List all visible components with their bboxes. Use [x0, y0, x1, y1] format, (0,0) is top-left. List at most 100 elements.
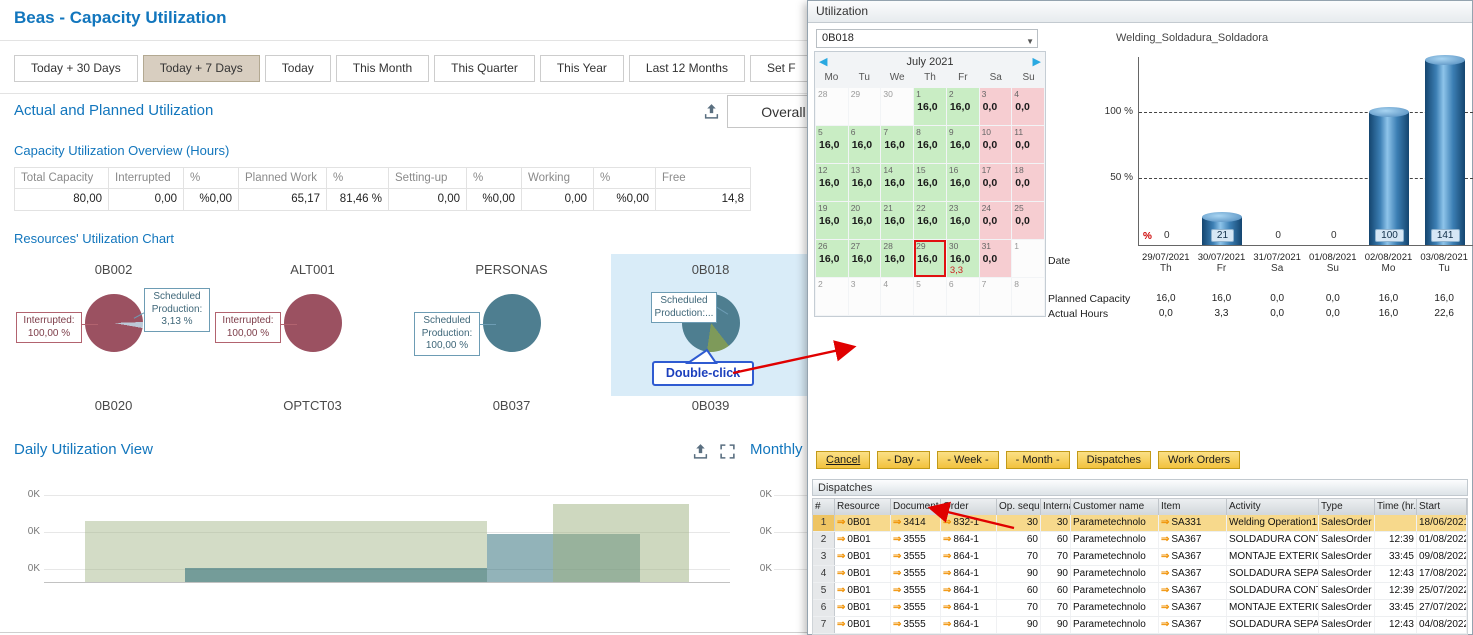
- action-button[interactable]: Cancel: [816, 451, 870, 469]
- calendar-day-cell[interactable]: 30: [881, 88, 913, 125]
- resource-dropdown[interactable]: 0B018 ▼: [816, 29, 1038, 48]
- dispatch-resource-link[interactable]: ⇒0B01: [835, 532, 891, 548]
- dispatch-column-header[interactable]: Document: [891, 499, 941, 515]
- calendar-day-cell[interactable]: 5: [914, 278, 946, 315]
- dispatch-item-link[interactable]: ⇒SA331: [1159, 515, 1227, 531]
- time-filter-button[interactable]: This Quarter: [434, 55, 535, 82]
- time-filter-button[interactable]: Last 12 Months: [629, 55, 745, 82]
- dispatch-column-header[interactable]: Internal: [1041, 499, 1071, 515]
- dispatch-order-link[interactable]: ⇒864-1: [941, 617, 997, 633]
- dispatch-column-header[interactable]: Activity: [1227, 499, 1319, 515]
- calendar-day-cell[interactable]: 5 16,0: [816, 126, 848, 163]
- expand-icon[interactable]: [719, 443, 736, 460]
- calendar-next-icon[interactable]: ▶: [1033, 52, 1041, 72]
- dispatch-document-link[interactable]: ⇒3555: [891, 617, 941, 633]
- dispatch-row[interactable]: 2 ⇒0B01 ⇒3555 ⇒864-1 60 60 Parametechnol…: [813, 532, 1467, 549]
- pie-chart-0B002[interactable]: [85, 294, 143, 352]
- dispatch-resource-link[interactable]: ⇒0B01: [835, 566, 891, 582]
- calendar-day-cell[interactable]: 12 16,0: [816, 164, 848, 201]
- calendar-day-cell[interactable]: 2: [816, 278, 848, 315]
- dispatch-column-header[interactable]: Item: [1159, 499, 1227, 515]
- dispatch-order-link[interactable]: ⇒832-1: [941, 515, 997, 531]
- dispatch-order-link[interactable]: ⇒864-1: [941, 600, 997, 616]
- dispatch-column-header[interactable]: Customer name: [1071, 499, 1159, 515]
- dispatch-row[interactable]: 7 ⇒0B01 ⇒3555 ⇒864-1 90 90 Parametechnol…: [813, 617, 1467, 634]
- calendar-day-cell[interactable]: 24 0,0: [980, 202, 1012, 239]
- dispatch-row[interactable]: 3 ⇒0B01 ⇒3555 ⇒864-1 70 70 Parametechnol…: [813, 549, 1467, 566]
- time-filter-button[interactable]: Today + 7 Days: [143, 55, 260, 82]
- dispatch-column-header[interactable]: Start: [1417, 499, 1467, 515]
- calendar-day-cell[interactable]: 13 16,0: [849, 164, 881, 201]
- calendar-day-cell[interactable]: 10 0,0: [980, 126, 1012, 163]
- calendar-day-cell[interactable]: 3: [849, 278, 881, 315]
- action-button[interactable]: Dispatches: [1077, 451, 1151, 469]
- dispatch-column-header[interactable]: Order: [941, 499, 997, 515]
- calendar-day-cell[interactable]: 7: [980, 278, 1012, 315]
- dispatch-order-link[interactable]: ⇒864-1: [941, 566, 997, 582]
- calendar-day-cell[interactable]: 7 16,0: [881, 126, 913, 163]
- calendar-day-cell[interactable]: 16 16,0: [947, 164, 979, 201]
- dispatch-row[interactable]: 6 ⇒0B01 ⇒3555 ⇒864-1 70 70 Parametechnol…: [813, 600, 1467, 617]
- calendar-day-cell[interactable]: 29 16,0: [914, 240, 946, 277]
- calendar-day-cell[interactable]: 17 0,0: [980, 164, 1012, 201]
- dispatch-column-header[interactable]: Type: [1319, 499, 1375, 515]
- pie-chart-PERSONAS[interactable]: [483, 294, 541, 352]
- calendar-day-cell[interactable]: 22 16,0: [914, 202, 946, 239]
- dispatch-item-link[interactable]: ⇒SA367: [1159, 617, 1227, 633]
- calendar-day-cell[interactable]: 14 16,0: [881, 164, 913, 201]
- calendar-day-cell[interactable]: 6 16,0: [849, 126, 881, 163]
- calendar-day-cell[interactable]: 19 16,0: [816, 202, 848, 239]
- dispatch-document-link[interactable]: ⇒3555: [891, 532, 941, 548]
- action-button[interactable]: Work Orders: [1158, 451, 1240, 469]
- dispatch-document-link[interactable]: ⇒3555: [891, 566, 941, 582]
- calendar-day-cell[interactable]: 21 16,0: [881, 202, 913, 239]
- calendar-prev-icon[interactable]: ◀: [819, 52, 827, 72]
- dispatch-column-header[interactable]: Time (hr.) Total: [1375, 499, 1417, 515]
- dispatch-item-link[interactable]: ⇒SA367: [1159, 549, 1227, 565]
- dispatch-order-link[interactable]: ⇒864-1: [941, 549, 997, 565]
- calendar-day-cell[interactable]: 30 16,0 3,3: [947, 240, 979, 277]
- pie-chart-ALT001[interactable]: [284, 294, 342, 352]
- calendar-day-cell[interactable]: 31 0,0: [980, 240, 1012, 277]
- calendar-day-cell[interactable]: 6: [947, 278, 979, 315]
- calendar-day-cell[interactable]: 29: [849, 88, 881, 125]
- dispatch-item-link[interactable]: ⇒SA367: [1159, 566, 1227, 582]
- dispatch-item-link[interactable]: ⇒SA367: [1159, 583, 1227, 599]
- calendar-day-cell[interactable]: 8 16,0: [914, 126, 946, 163]
- calendar-day-cell[interactable]: 27 16,0: [849, 240, 881, 277]
- action-button[interactable]: - Day -: [877, 451, 930, 469]
- dispatch-column-header[interactable]: Resource: [835, 499, 891, 515]
- dispatch-resource-link[interactable]: ⇒0B01: [835, 515, 891, 531]
- calendar-day-cell[interactable]: 28 16,0: [881, 240, 913, 277]
- calendar-day-cell[interactable]: 28: [816, 88, 848, 125]
- calendar-day-cell[interactable]: 26 16,0: [816, 240, 848, 277]
- calendar-day-cell[interactable]: 2 16,0: [947, 88, 979, 125]
- dispatch-row[interactable]: 4 ⇒0B01 ⇒3555 ⇒864-1 90 90 Parametechnol…: [813, 566, 1467, 583]
- calendar-day-cell[interactable]: 4 0,0: [1012, 88, 1044, 125]
- dispatch-row[interactable]: 5 ⇒0B01 ⇒3555 ⇒864-1 60 60 Parametechnol…: [813, 583, 1467, 600]
- calendar-day-cell[interactable]: 1: [1012, 240, 1044, 277]
- window-titlebar[interactable]: Utilization: [808, 1, 1472, 23]
- dispatch-item-link[interactable]: ⇒SA367: [1159, 532, 1227, 548]
- dispatch-order-link[interactable]: ⇒864-1: [941, 583, 997, 599]
- dispatch-resource-link[interactable]: ⇒0B01: [835, 583, 891, 599]
- calendar-day-cell[interactable]: 4: [881, 278, 913, 315]
- calendar-day-cell[interactable]: 25 0,0: [1012, 202, 1044, 239]
- calendar-day-cell[interactable]: 8: [1012, 278, 1044, 315]
- calendar-day-cell[interactable]: 20 16,0: [849, 202, 881, 239]
- export-icon[interactable]: [692, 443, 709, 460]
- calendar-day-cell[interactable]: 9 16,0: [947, 126, 979, 163]
- dispatch-item-link[interactable]: ⇒SA367: [1159, 600, 1227, 616]
- time-filter-button[interactable]: Set F: [750, 55, 813, 82]
- export-icon[interactable]: [703, 103, 720, 120]
- dispatch-document-link[interactable]: ⇒3555: [891, 549, 941, 565]
- dispatch-resource-link[interactable]: ⇒0B01: [835, 600, 891, 616]
- action-button[interactable]: - Month -: [1006, 451, 1070, 469]
- dispatch-resource-link[interactable]: ⇒0B01: [835, 617, 891, 633]
- time-filter-button[interactable]: This Month: [336, 55, 429, 82]
- dispatch-document-link[interactable]: ⇒3414: [891, 515, 941, 531]
- dispatch-column-header[interactable]: Op. sequ..: [997, 499, 1041, 515]
- dispatch-row[interactable]: 1 ⇒0B01 ⇒3414 ⇒832-1 30 30 Parametechnol…: [813, 515, 1467, 532]
- time-filter-button[interactable]: Today: [265, 55, 331, 82]
- dispatch-resource-link[interactable]: ⇒0B01: [835, 549, 891, 565]
